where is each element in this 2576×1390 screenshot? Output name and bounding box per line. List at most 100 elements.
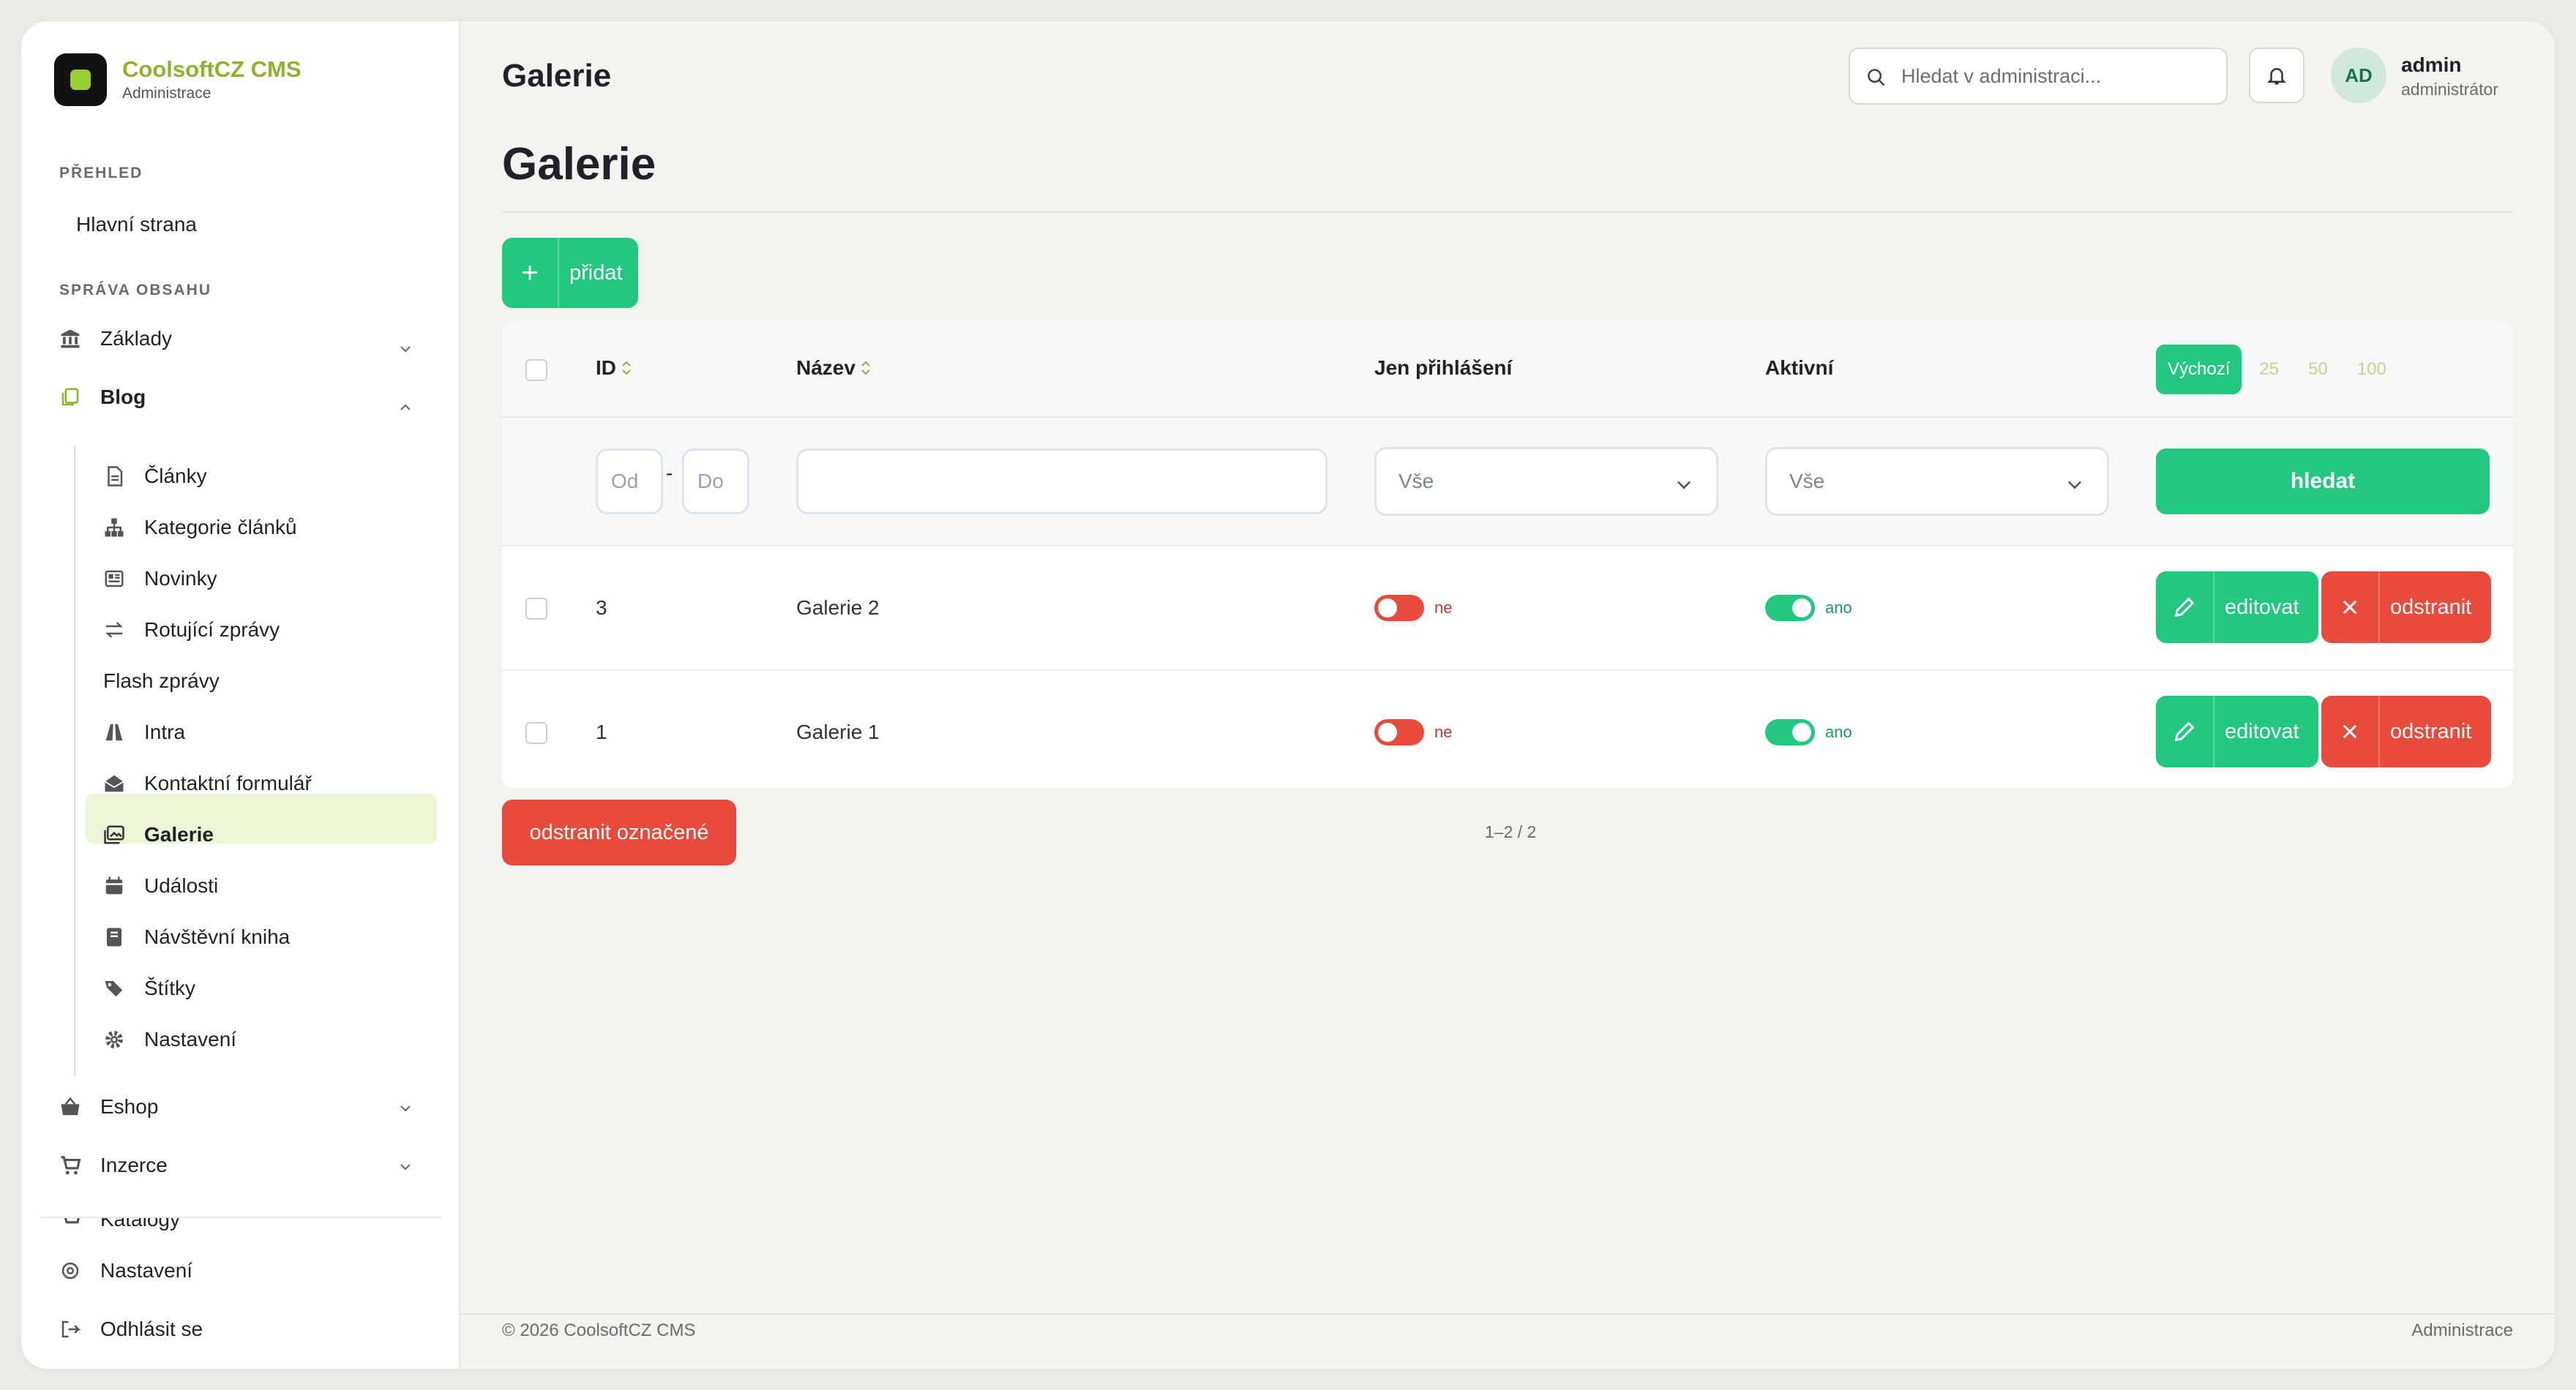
sidebar-scroll-mask — [21, 1199, 459, 1217]
sidebar-group-blog[interactable]: Blog — [59, 386, 146, 409]
row-checkbox[interactable] — [525, 722, 547, 744]
add-button[interactable]: + přidat — [502, 238, 638, 308]
row-name: Galerie 2 — [796, 596, 880, 619]
add-button-label: přidat — [569, 260, 623, 285]
basket-icon — [61, 1097, 80, 1116]
sidebar-item-udalosti[interactable]: Události — [103, 874, 218, 898]
active-select[interactable]: Vše — [1765, 447, 2109, 516]
per-page-25[interactable]: 25 — [2247, 345, 2291, 394]
per-page-default[interactable]: Výchozí — [2156, 345, 2242, 394]
notifications-button[interactable] — [2249, 48, 2304, 103]
sidebar-item-kontakt[interactable]: Kontaktní formulář — [103, 772, 312, 795]
search-button[interactable]: hledat — [2156, 448, 2490, 514]
sidebar-item-label: Galerie — [144, 823, 214, 846]
footer-copyright: © 2026 CoolsoftCZ CMS — [502, 1320, 696, 1340]
delete-button[interactable]: odstranit — [2321, 696, 2491, 767]
plus-icon: + — [502, 238, 559, 308]
sidebar-item-novinky[interactable]: Novinky — [103, 567, 217, 590]
table-row: 3 Galerie 2 ne ano editovat odstranit — [502, 546, 2513, 671]
sidebar-item-stitky[interactable]: Štítky — [103, 977, 195, 1000]
title-divider — [502, 211, 2513, 213]
per-page-100[interactable]: 100 — [2345, 345, 2398, 394]
active-label: ano — [1825, 723, 1852, 741]
page-title: Galerie — [502, 139, 656, 189]
sidebar-group-label: Základy — [100, 327, 173, 350]
close-icon — [2321, 571, 2380, 643]
chevron-down-icon[interactable] — [397, 1158, 414, 1176]
sidebar-item-intra[interactable]: Intra — [103, 721, 185, 744]
sidebar-item-home[interactable]: Hlavní strana — [76, 213, 197, 236]
footer — [460, 1313, 2555, 1369]
per-page-50[interactable]: 50 — [2296, 345, 2340, 394]
delete-button[interactable]: odstranit — [2321, 571, 2491, 643]
search-icon — [1868, 69, 1885, 86]
column-id-label: ID — [596, 356, 616, 379]
column-id[interactable]: ID — [596, 356, 634, 380]
header-title: Galerie — [502, 58, 612, 94]
sidebar-group-label: Blog — [100, 386, 146, 408]
select-all-checkbox[interactable] — [525, 359, 547, 381]
per-page-selector: Výchozí 25 50 100 — [2156, 345, 2404, 394]
sidebar-item-label: Nastavení — [144, 1028, 237, 1051]
sidebar-item-label: Události — [144, 874, 219, 897]
sidebar-item-galerie[interactable]: Galerie — [103, 823, 214, 846]
bank-icon — [61, 329, 80, 348]
chevron-down-icon[interactable] — [397, 1100, 414, 1117]
sidebar-settings[interactable]: Nastavení — [59, 1259, 192, 1282]
edit-button[interactable]: editovat — [2156, 696, 2318, 767]
search-input[interactable] — [1901, 61, 2209, 91]
calendar-icon — [105, 876, 123, 895]
submenu-line — [74, 446, 75, 1076]
login-only-toggle[interactable] — [1374, 595, 1424, 621]
sidebar-item-label: Kategorie článků — [144, 516, 297, 538]
id-from-input[interactable] — [596, 448, 663, 514]
cog-icon — [105, 1031, 123, 1048]
search-box[interactable] — [1849, 48, 2228, 105]
sidebar-item-label: Nastavení — [100, 1259, 193, 1282]
cart-icon — [61, 1156, 81, 1175]
name-filter-input[interactable] — [796, 448, 1328, 514]
active-toggle[interactable] — [1765, 595, 1815, 621]
sitemap-icon — [105, 518, 124, 537]
sidebar-group-inzerce[interactable]: Inzerce — [59, 1154, 168, 1177]
pencil-icon — [2156, 696, 2214, 767]
chevron-down-icon — [2067, 481, 2082, 489]
book-icon — [107, 928, 121, 947]
edit-button[interactable]: editovat — [2156, 571, 2318, 643]
data-table: ID Název Jen přihlášení Aktivní Výchozí … — [502, 321, 2513, 788]
sidebar-group-eshop[interactable]: Eshop — [59, 1095, 158, 1119]
sidebar-item-label: Odhlásit se — [100, 1318, 203, 1340]
sidebar-item-label: Novinky — [144, 567, 217, 590]
filter-row: - Vše Vše hledat — [502, 418, 2513, 546]
sidebar-item-flash[interactable]: Flash zprávy — [103, 669, 220, 693]
delete-selected-button[interactable]: odstranit označené — [502, 800, 736, 865]
sidebar-item-label: Intra — [144, 721, 186, 743]
sidebar-item-kategorie[interactable]: Kategorie článků — [103, 516, 297, 539]
edit-button-label: editovat — [2225, 595, 2299, 619]
table-row: 1 Galerie 1 ne ano editovat odstranit — [502, 671, 2513, 788]
sidebar-item-nastaveni-blog[interactable]: Nastavení — [103, 1028, 236, 1051]
sidebar-item-rotujici[interactable]: Rotující zprávy — [103, 618, 280, 642]
active-select-value: Vše — [1789, 470, 1825, 492]
sidebar-group-zaklady[interactable]: Základy — [59, 327, 172, 350]
id-to-input[interactable] — [682, 448, 749, 514]
sidebar: CoolsoftCZ CMS Administrace PŘEHLED Hlav… — [21, 21, 460, 1369]
bell-icon — [2266, 68, 2287, 85]
login-only-toggle[interactable] — [1374, 719, 1424, 745]
row-checkbox[interactable] — [525, 598, 547, 620]
active-toggle[interactable] — [1765, 719, 1815, 745]
delete-button-label: odstranit — [2390, 719, 2472, 743]
brand-subtitle: Administrace — [122, 85, 211, 102]
chevron-up-icon[interactable] — [397, 399, 414, 416]
active-label: ano — [1825, 598, 1852, 617]
login-only-select[interactable]: Vše — [1374, 447, 1718, 516]
sidebar-item-kniha[interactable]: Návštěvní kniha — [103, 925, 290, 949]
chevron-down-icon[interactable] — [397, 340, 414, 358]
column-name[interactable]: Název — [796, 356, 873, 380]
user-name: admin — [2401, 53, 2462, 76]
sidebar-logout[interactable]: Odhlásit se — [59, 1318, 203, 1341]
sort-icon — [622, 361, 631, 375]
sidebar-item-clanky[interactable]: Články — [103, 465, 207, 488]
section-overview: PŘEHLED — [59, 165, 143, 181]
avatar[interactable]: AD — [2331, 48, 2386, 103]
